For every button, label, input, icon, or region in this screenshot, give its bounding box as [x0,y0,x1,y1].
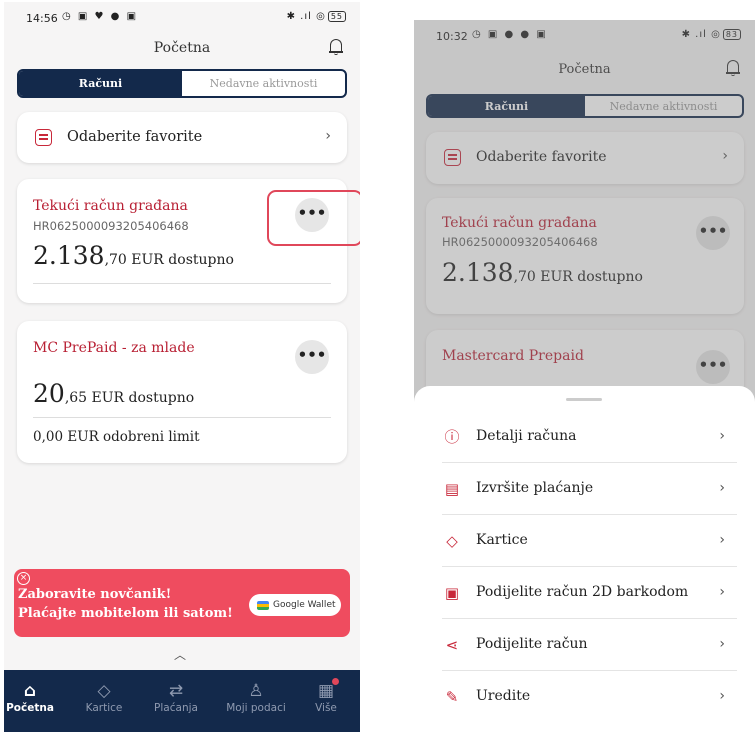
balance-integer: 2.138 [33,241,105,270]
favorites-card[interactable]: Odaberite favorite › [17,112,347,163]
highlight-box [267,190,360,246]
account-actions-sheet: ⓘ Detalji računa › ▤ Izvršite plaćanje ›… [414,386,755,732]
wallet-icon [257,600,269,610]
tab-switcher: Računi Nedavne aktivnosti [17,69,347,98]
google-wallet-button[interactable]: Google Wallet [249,594,341,616]
nav-label: Moji podaci [226,702,286,714]
nav-more[interactable]: ▦ Više [292,680,360,714]
chevron-right-icon: › [719,532,725,548]
bottom-nav: ⌂ Početna ◇ Kartice ⇄ Plaćanja ♙ Moji podaci… [4,670,360,732]
balance-rest: ,65 EUR dostupno [64,390,195,406]
chevron-up-icon[interactable]: ︿ [174,646,186,663]
wallet-label: Google Wallet [273,600,336,610]
account-balance: 20,65 EUR dostupno [33,379,194,408]
screen-home: 14:56 ◷ ▣ ♥ ● ▣ ✱ .ıl ◎ 55 Početna Računi… [4,2,360,732]
menu-item-cards[interactable]: ◇ Kartice › [414,515,755,567]
divider [33,283,331,284]
approved-limit: 0,00 EUR odobreni limit [33,429,200,445]
nav-label: Više [315,702,337,714]
tab-racuni[interactable]: Računi [19,71,182,96]
person-icon: ♙ [248,681,264,701]
menu-item-label: Kartice [476,532,528,548]
nav-home[interactable]: ⌂ Početna [4,680,64,714]
pencil-icon: ✎ [445,688,459,706]
chevron-right-icon: › [719,480,725,496]
info-icon: ⓘ [444,428,460,446]
chevron-right-icon: › [325,128,331,144]
favorites-icon [35,129,52,146]
sheet-handle[interactable] [566,398,602,401]
favorites-label: Odaberite favorite [67,129,203,145]
status-time: 14:56 [26,12,58,25]
bell-icon[interactable] [329,39,343,55]
menu-item-label: Podijelite račun [476,636,588,652]
account-card-prepaid[interactable]: MC PrePaid - za mlade 20,65 EUR dostupno… [17,321,347,463]
account-balance: 2.138,70 EUR dostupno [33,241,234,270]
notification-icons: ◷ ▣ ♥ ● ▣ [62,11,139,22]
account-title: Tekući račun građana [33,198,188,214]
more-options-button[interactable]: ••• [295,340,329,374]
close-icon[interactable]: × [17,572,30,585]
menu-item-share-account[interactable]: ⋖ Podijelite račun › [414,619,755,671]
banner-line-2: Plaćajte mobitelom ili satom! [18,606,233,621]
payment-icon: ▤ [444,480,460,498]
qr-code-icon: ▣ [444,584,460,602]
nav-label: Kartice [85,702,123,714]
grid-icon: ▦ [317,681,335,701]
transfer-icon: ⇄ [168,681,184,701]
status-bar: 14:56 ◷ ▣ ♥ ● ▣ ✱ .ıl ◎ 55 [4,2,360,36]
menu-item-label: Izvršite plaćanje [476,480,594,496]
chevron-right-icon: › [719,428,725,444]
home-icon: ⌂ [23,681,37,701]
menu-item-account-details[interactable]: ⓘ Detalji računa › [414,411,755,463]
chevron-right-icon: › [719,584,725,600]
divider [33,417,331,418]
screen-account-menu: 10:32 ◷ ▣ ● ● ▣ ✱ .ıl ◎ 83 Početna Računi… [414,20,755,732]
chevron-right-icon: › [719,688,725,704]
promo-banner[interactable]: × Zaboravite novčanik! Plaćajte mobitelo… [14,569,350,637]
page-title: Početna [153,40,211,56]
nav-label: Početna [6,702,54,714]
account-title: MC PrePaid - za mlade [33,340,195,356]
balance-rest: ,70 EUR dostupno [104,252,234,268]
signal-icons: ✱ .ıl ◎ [286,11,326,22]
card-icon: ◇ [97,681,111,701]
chevron-right-icon: › [719,636,725,652]
menu-item-edit[interactable]: ✎ Uredite › [414,671,755,723]
balance-integer: 20 [33,379,65,408]
nav-profile[interactable]: ♙ Moji podaci [222,680,290,714]
menu-item-label: Uredite [476,688,531,704]
notification-dot [332,678,339,685]
menu-item-make-payment[interactable]: ▤ Izvršite plaćanje › [414,463,755,515]
nav-payments[interactable]: ⇄ Plaćanja [142,680,210,714]
battery-icon: 55 [327,11,346,22]
nav-cards[interactable]: ◇ Kartice [70,680,138,714]
share-icon: ⋖ [445,636,459,654]
menu-item-label: Podijelite račun 2D barkodom [476,584,689,600]
account-iban: HR0625000093205406468 [33,219,189,233]
nav-label: Plaćanja [154,702,198,714]
tab-recent-activity[interactable]: Nedavne aktivnosti [182,71,345,96]
menu-item-label: Detalji računa [476,428,577,444]
card-icon: ◇ [446,532,458,550]
banner-line-1: Zaboravite novčanik! [18,587,172,602]
system-icons: ✱ .ıl ◎ 55 [287,11,346,22]
menu-item-share-barcode[interactable]: ▣ Podijelite račun 2D barkodom › [414,567,755,619]
